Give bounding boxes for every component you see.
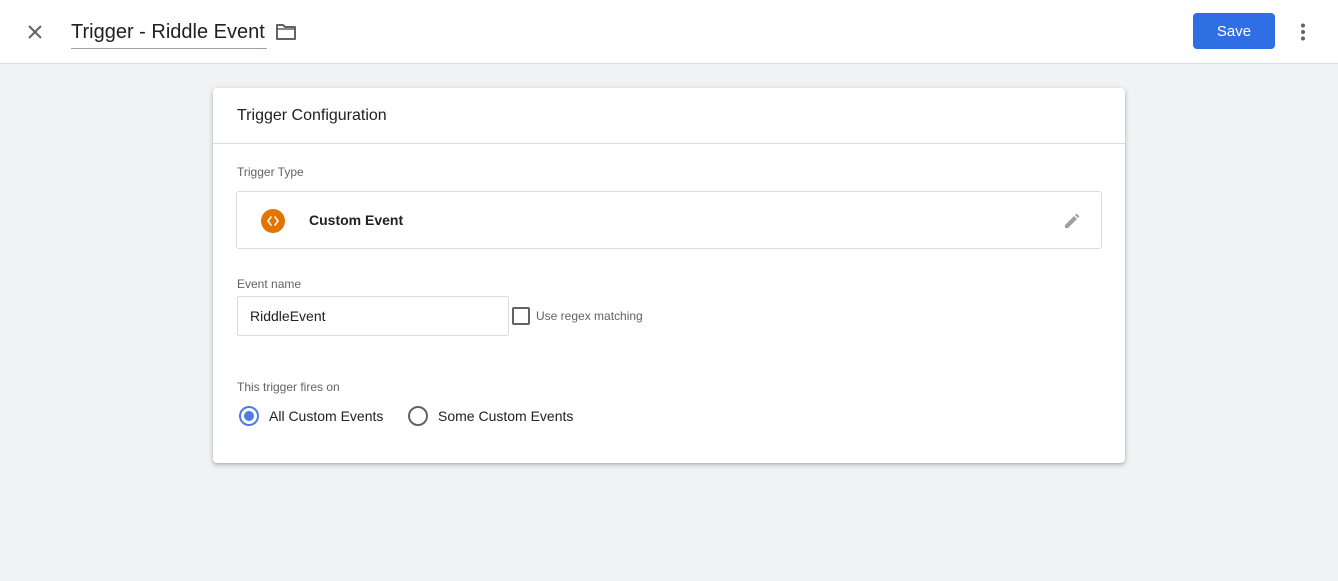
radio-some-custom-events[interactable]: Some Custom Events — [408, 406, 573, 426]
radio-all-custom-events[interactable]: All Custom Events — [239, 406, 383, 426]
radio-label-some: Some Custom Events — [438, 408, 574, 424]
card-title: Trigger Configuration — [213, 88, 1125, 144]
regex-checkbox[interactable] — [512, 307, 530, 325]
regex-checkbox-row[interactable]: Use regex matching — [512, 307, 643, 325]
trigger-type-name: Custom Event — [309, 212, 404, 228]
pencil-icon[interactable] — [1061, 210, 1083, 232]
top-bar: Trigger - Riddle Event Save — [0, 0, 1338, 64]
trigger-type-label: Trigger Type — [237, 165, 304, 179]
more-options-button[interactable] — [1290, 19, 1316, 45]
code-brackets-icon — [261, 209, 285, 233]
close-button[interactable] — [21, 18, 49, 46]
trigger-type-selector[interactable]: Custom Event — [236, 191, 1102, 249]
folder-button[interactable] — [274, 20, 298, 44]
trigger-title[interactable]: Trigger - Riddle Event — [71, 19, 267, 49]
event-name-input[interactable] — [237, 296, 509, 336]
event-name-label: Event name — [237, 277, 302, 291]
more-vert-icon — [1301, 23, 1305, 41]
radio-button[interactable] — [408, 406, 428, 426]
save-button[interactable]: Save — [1193, 13, 1275, 49]
close-icon — [28, 25, 42, 39]
fires-on-label: This trigger fires on — [237, 380, 340, 394]
regex-label: Use regex matching — [536, 309, 643, 323]
trigger-configuration-card: Trigger Configuration Trigger Type Custo… — [213, 88, 1125, 463]
radio-button-selected[interactable] — [239, 406, 259, 426]
radio-label-all: All Custom Events — [269, 408, 384, 424]
folder-icon — [276, 24, 296, 40]
